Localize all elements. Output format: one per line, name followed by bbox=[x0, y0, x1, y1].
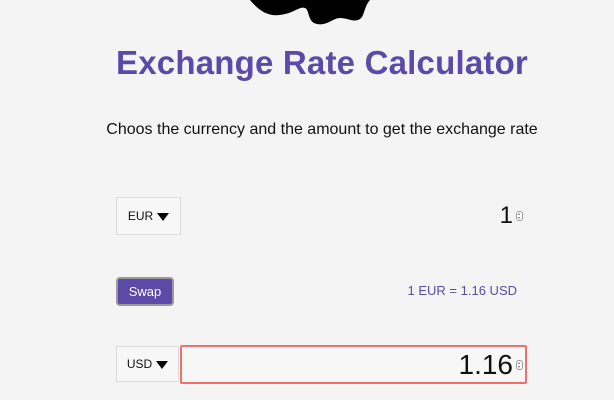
currency-one-select[interactable]: EUR bbox=[116, 197, 181, 235]
swap-button[interactable]: Swap bbox=[116, 277, 174, 306]
currency-two-label: USD bbox=[126, 357, 153, 371]
amount-two-input[interactable]: 1.16 bbox=[180, 345, 527, 384]
amount-one-stepper-icon[interactable] bbox=[516, 211, 523, 221]
page-title: Exchange Rate Calculator bbox=[116, 44, 528, 81]
currency-one-label: EUR bbox=[127, 209, 154, 223]
caret-down-icon bbox=[156, 360, 169, 369]
amount-one-input[interactable]: 1 bbox=[400, 200, 525, 232]
amount-two-stepper-icon[interactable] bbox=[516, 360, 523, 370]
caret-down-icon bbox=[157, 212, 170, 221]
currency-two-select[interactable]: USD bbox=[116, 346, 179, 382]
exchange-rate-text: 1 EUR = 1.16 USD bbox=[407, 283, 517, 298]
page-subtitle: Choos the currency and the amount to get… bbox=[106, 121, 538, 138]
money-blob-icon bbox=[250, 0, 370, 25]
